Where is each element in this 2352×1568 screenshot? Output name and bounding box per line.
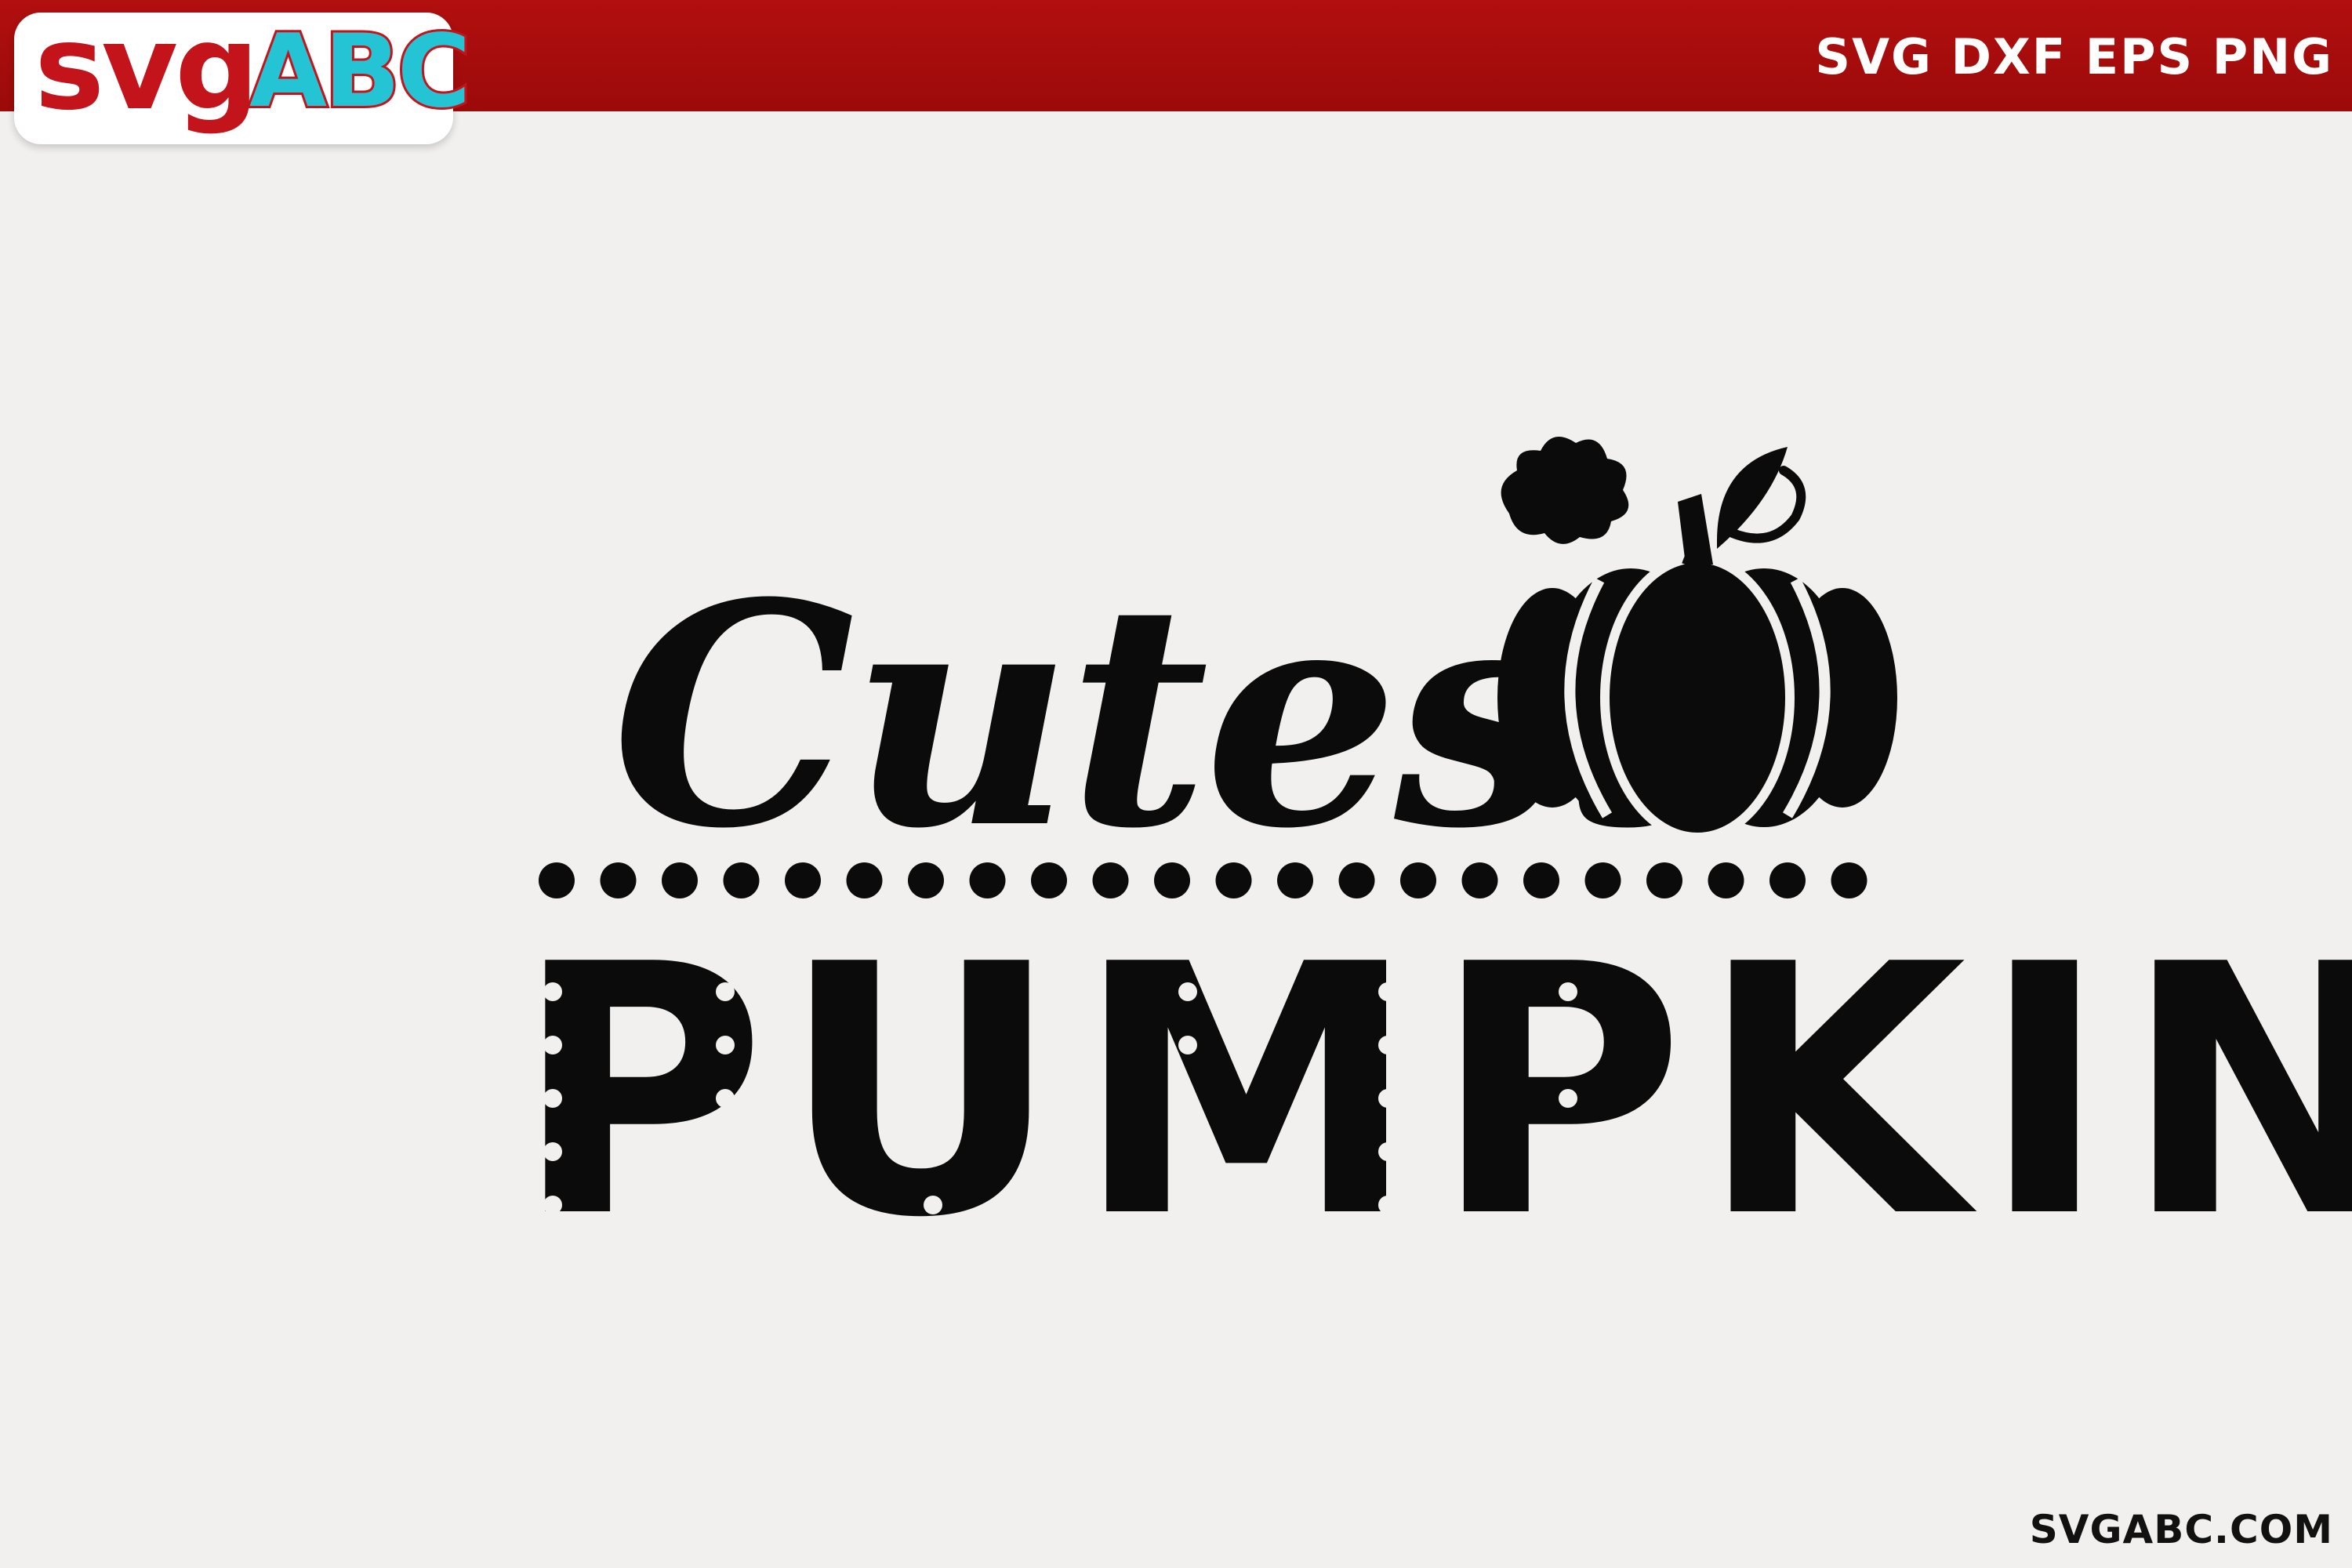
letter-dot bbox=[543, 982, 562, 1001]
letter-dot bbox=[1378, 1142, 1397, 1161]
letter-dot bbox=[1559, 1196, 1577, 1214]
letter-dot bbox=[543, 1089, 562, 1108]
letter-dot bbox=[1178, 1089, 1197, 1108]
letter-dot bbox=[716, 1196, 735, 1214]
letter-dot bbox=[924, 1089, 942, 1108]
letter-dot bbox=[1178, 982, 1197, 1001]
letter-dot bbox=[924, 982, 942, 1001]
letter-dot bbox=[1559, 1036, 1577, 1054]
letter-dot bbox=[716, 1036, 735, 1054]
letter-dot bbox=[1178, 1036, 1197, 1054]
letter-dot bbox=[1178, 1196, 1197, 1214]
letter-dot bbox=[1378, 1196, 1397, 1214]
letter-dot bbox=[1559, 982, 1577, 1001]
letter-dot bbox=[1559, 1142, 1577, 1161]
letter-dot bbox=[1178, 1142, 1197, 1161]
letter-dot bbox=[924, 1036, 942, 1054]
letter-dot bbox=[1378, 1089, 1397, 1108]
letter-dot bbox=[543, 1036, 562, 1054]
letter-dot bbox=[716, 1142, 735, 1161]
letter-dot bbox=[1378, 1036, 1397, 1054]
letter-dot bbox=[924, 1142, 942, 1161]
letter-dot bbox=[716, 982, 735, 1001]
letter-dot bbox=[1378, 982, 1397, 1001]
website-label: SVGABC.COM bbox=[2029, 1507, 2333, 1552]
letter-dot bbox=[924, 1196, 942, 1214]
cutest-pumpkin-design: Cutest PUMPKIN bbox=[514, 437, 2352, 1293]
letter-dot bbox=[1559, 1089, 1577, 1108]
pumpkin-icon bbox=[1497, 437, 1897, 842]
letter-dot bbox=[543, 1196, 562, 1214]
letter-dot bbox=[543, 1142, 562, 1161]
letter-dot bbox=[716, 1089, 735, 1108]
pumpkin-word: PUMPKIN bbox=[514, 891, 2352, 1293]
